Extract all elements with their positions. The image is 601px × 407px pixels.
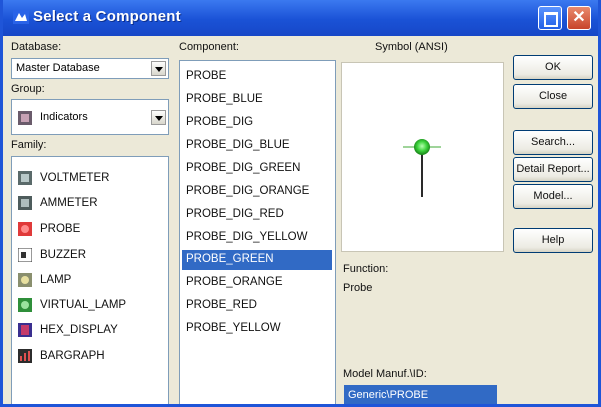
bargraph-icon [18, 349, 32, 363]
title-bar[interactable]: Select a Component ✕ [3, 0, 598, 36]
select-component-dialog: Select a Component ✕ Database: Master Da… [0, 0, 601, 407]
probe-symbol-icon [403, 139, 441, 197]
component-item[interactable]: PROBE_RED [182, 296, 332, 316]
component-item[interactable]: PROBE_DIG_GREEN [182, 159, 332, 179]
symbol-label: Symbol (ANSI) [375, 41, 448, 53]
detail-report-button[interactable]: Detail Report... [513, 157, 593, 182]
maximize-icon [544, 12, 558, 27]
component-item[interactable]: PROBE_ORANGE [182, 273, 332, 293]
model-manuf-id-label: Model Manuf.\ID: [343, 368, 427, 380]
component-item[interactable]: PROBE_DIG_ORANGE [182, 182, 332, 202]
lamp-icon [18, 273, 32, 287]
component-item[interactable]: PROBE_DIG_YELLOW [182, 228, 332, 248]
group-select[interactable]: Indicators [11, 99, 169, 135]
group-label: Group: [11, 83, 45, 95]
component-item[interactable]: PROBE_BLUE [182, 90, 332, 110]
symbol-preview [341, 62, 504, 252]
group-select-value: Indicators [40, 111, 88, 123]
search-button[interactable]: Search... [513, 130, 593, 155]
hex-display-icon [18, 323, 32, 337]
family-item-label: VOLTMETER [40, 172, 110, 184]
function-value: Probe [343, 282, 373, 294]
component-item[interactable]: PROBE_DIG_BLUE [182, 136, 332, 156]
component-item-selected[interactable]: PROBE_GREEN [182, 250, 332, 270]
component-label: Component: [179, 41, 239, 53]
virtual-lamp-icon [18, 298, 32, 312]
probe-icon [18, 222, 32, 236]
family-item-label: HEX_DISPLAY [40, 324, 118, 336]
chevron-down-icon[interactable] [151, 110, 166, 125]
family-item-label: VIRTUAL_LAMP [40, 299, 127, 311]
ok-button[interactable]: OK [513, 55, 593, 80]
multisim-app-icon [13, 10, 29, 24]
family-item-label: BARGRAPH [40, 350, 105, 362]
component-item[interactable]: PROBE_DIG_RED [182, 205, 332, 225]
buzzer-icon [18, 248, 32, 262]
chevron-down-icon[interactable] [151, 61, 166, 76]
close-window-button[interactable]: ✕ [567, 6, 591, 30]
help-button[interactable]: Help [513, 228, 593, 253]
window-title: Select a Component [33, 8, 181, 25]
model-button[interactable]: Model... [513, 184, 593, 209]
component-item[interactable]: PROBE [182, 67, 332, 87]
voltmeter-icon [18, 171, 32, 185]
database-label: Database: [11, 41, 62, 53]
family-item-label: PROBE [40, 223, 81, 235]
ammeter-icon [18, 196, 32, 210]
family-item-label: AMMETER [40, 197, 98, 209]
family-list[interactable]: VOLTMETER AMMETER PROBE BUZZER LAMP VIRT… [11, 156, 169, 404]
maximize-button[interactable] [538, 6, 562, 30]
model-manuf-id-list-item-selected[interactable]: Generic\PROBE [344, 385, 497, 404]
database-select-value: Master Database [16, 62, 100, 74]
close-button[interactable]: Close [513, 84, 593, 109]
database-select[interactable]: Master Database [11, 58, 169, 79]
family-label: Family: [11, 139, 47, 151]
family-item-label: BUZZER [40, 249, 86, 261]
component-item[interactable]: PROBE_YELLOW [182, 319, 332, 339]
component-item[interactable]: PROBE_DIG [182, 113, 332, 133]
indicators-icon [18, 111, 32, 125]
function-label: Function: [343, 263, 389, 275]
component-list[interactable]: PROBE PROBE_BLUE PROBE_DIG PROBE_DIG_BLU… [179, 60, 336, 404]
family-item-label: LAMP [40, 274, 72, 286]
close-icon: ✕ [572, 9, 586, 26]
